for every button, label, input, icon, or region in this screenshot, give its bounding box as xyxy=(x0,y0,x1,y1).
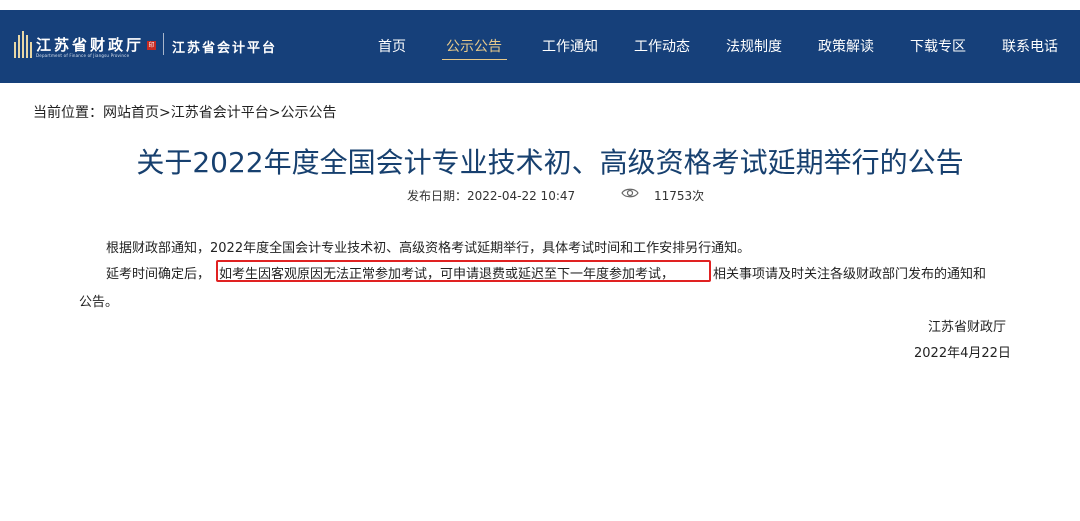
nav-downloads[interactable]: 下载专区 xyxy=(910,38,966,56)
article-paragraph-2-end: 相关事项请及时关注各级财政部门发布的通知和 xyxy=(713,267,987,282)
nav-announcements[interactable]: 公示公告 xyxy=(446,38,502,56)
active-nav-underline xyxy=(442,59,507,60)
finance-bureau-logo-icon[interactable] xyxy=(14,31,32,58)
article-paragraph-2-wrap: 公告。 xyxy=(79,295,119,310)
article-paragraph-2-start: 延考时间确定后， xyxy=(106,267,211,282)
nav-contact-phone[interactable]: 联系电话 xyxy=(1002,38,1058,56)
logo-title[interactable]: 江苏省财政厅 xyxy=(36,34,144,55)
view-count: 11753次 xyxy=(654,189,705,203)
top-white-strip xyxy=(0,0,1080,10)
publish-date: 发布日期：2022-04-22 10:47 xyxy=(407,189,576,203)
red-highlight-box xyxy=(216,260,711,282)
article-date: 2022年4月22日 xyxy=(914,346,1011,361)
logo-seal-icon: 印 xyxy=(147,41,156,50)
article-signature: 江苏省财政厅 xyxy=(928,320,1007,335)
nav-work-notices[interactable]: 工作通知 xyxy=(542,38,598,56)
view-count-eye-icon xyxy=(621,188,639,198)
nav-home[interactable]: 首页 xyxy=(378,38,406,56)
logo-divider xyxy=(163,33,164,55)
nav-regulations[interactable]: 法规制度 xyxy=(726,38,782,56)
nav-policy-interpretation[interactable]: 政策解读 xyxy=(818,38,874,56)
breadcrumb[interactable]: 当前位置：网站首页>江苏省会计平台>公示公告 xyxy=(33,102,336,122)
logo-subtitle: Department of Finance of Jiangsu Provinc… xyxy=(36,53,130,58)
platform-name[interactable]: 江苏省会计平台 xyxy=(172,37,277,56)
article-paragraph-1: 根据财政部通知，2022年度全国会计专业技术初、高级资格考试延期举行，具体考试时… xyxy=(106,241,751,256)
nav-work-updates[interactable]: 工作动态 xyxy=(634,38,690,56)
article-title: 关于2022年度全国会计专业技术初、高级资格考试延期举行的公告 xyxy=(136,146,964,179)
